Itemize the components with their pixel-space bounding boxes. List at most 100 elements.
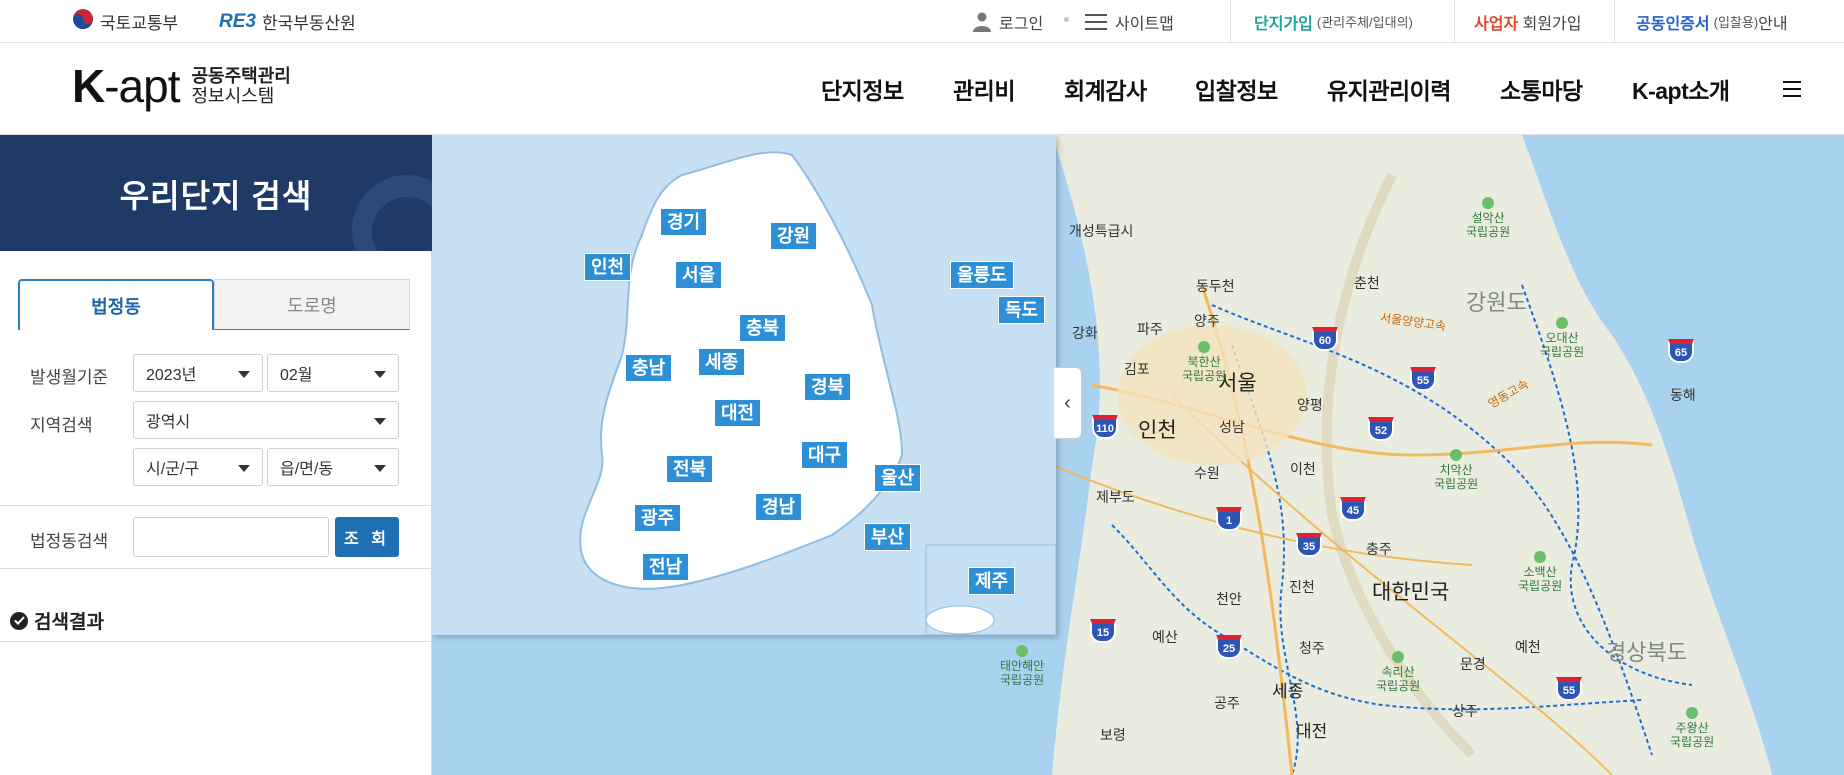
map-label-yangpyeong: 양평 [1297, 397, 1323, 413]
molit-logo[interactable]: 국토교통부 [72, 0, 178, 43]
metro-value: 광역시 [146, 414, 191, 431]
region-chungbuk[interactable]: 충북 [739, 314, 787, 342]
period-label: 발생월기준 [30, 368, 109, 387]
reb-logo[interactable]: RE3 한국부동산원 [219, 0, 356, 43]
tab-road-name[interactable]: 도로명 [214, 279, 410, 330]
sidebar-header: 우리단지 검색 [0, 135, 432, 251]
region-incheon[interactable]: 인천 [584, 253, 632, 281]
region-label: 지역검색 [30, 416, 93, 435]
nav-management-fee[interactable]: 관리비 [953, 43, 1015, 135]
metro-select[interactable]: 광역시 [133, 401, 399, 439]
certificate-rest: 안내 [1758, 15, 1788, 33]
dong-value: 읍/면/동 [280, 461, 334, 478]
certificate-guide-link[interactable]: 공동인증서 (입찰용) 안내 [1636, 0, 1788, 43]
region-seoul[interactable]: 서울 [675, 261, 723, 289]
sitemap-link[interactable]: 사이트맵 [1085, 0, 1174, 43]
park-taean: 태안해안 국립공원 [1000, 645, 1044, 687]
divider [0, 641, 432, 642]
month-value: 02월 [280, 367, 313, 384]
region-ulsan[interactable]: 울산 [874, 464, 922, 492]
route-shield: 52 [1368, 417, 1394, 441]
business-join-link[interactable]: 사업자 회원가입 [1474, 0, 1582, 43]
map-label-chungju: 충주 [1366, 541, 1392, 557]
route-shield: 55 [1556, 677, 1582, 701]
map-label-gimpo: 김포 [1124, 361, 1150, 377]
complex-join-link[interactable]: 단지가입 (관리주체/입대의) [1254, 0, 1413, 43]
region-jeonbuk[interactable]: 전북 [666, 455, 714, 483]
park-sobaek: 소백산 국립공원 [1518, 551, 1562, 593]
tab-legal-dong[interactable]: 법정동 [18, 279, 214, 330]
park-chiak: 치악산 국립공원 [1434, 449, 1478, 491]
region-gangwon[interactable]: 강원 [770, 222, 818, 250]
nav-maintenance-history[interactable]: 유지관리이력 [1327, 43, 1451, 135]
region-daegu[interactable]: 대구 [801, 441, 849, 469]
map-label-country: 대한민국 [1372, 581, 1450, 604]
region-busan[interactable]: 부산 [864, 523, 912, 551]
park-odae: 오대산 국립공원 [1540, 317, 1584, 359]
taegeuk-icon [72, 8, 94, 35]
certificate-label: 공동인증서 [1636, 15, 1710, 33]
sitemap-label: 사이트맵 [1115, 15, 1174, 33]
map-label-gongju: 공주 [1214, 695, 1240, 711]
month-select[interactable]: 02월 [267, 354, 399, 392]
business-label: 사업자 [1474, 15, 1519, 33]
park-bukhan: 북한산 국립공원 [1182, 341, 1226, 383]
map-label-mungyeong: 문경 [1460, 656, 1486, 672]
tree-icon [1482, 197, 1495, 209]
region-jeju[interactable]: 제주 [968, 567, 1016, 595]
search-sidebar: 우리단지 검색 도로명 법정동 발생월기준 2023년 02월 지역검색 광역시… [0, 135, 432, 775]
map-label-sangju: 상주 [1452, 703, 1478, 719]
hamburger-icon[interactable] [1783, 81, 1801, 97]
map-label-kaesong: 개성특급시 [1069, 223, 1134, 239]
map-label-cheonan: 천안 [1216, 591, 1242, 607]
district-select[interactable]: 시/군/구 [133, 448, 263, 486]
divider [0, 505, 432, 506]
divider [1230, 0, 1231, 43]
year-select[interactable]: 2023년 [133, 354, 263, 392]
dong-search-label: 법정동검색 [30, 532, 109, 551]
tree-icon [1016, 645, 1029, 657]
nav-community[interactable]: 소통마당 [1500, 43, 1583, 135]
nav-bidding[interactable]: 입찰정보 [1195, 43, 1278, 135]
map-label-yecheon: 예천 [1515, 639, 1541, 655]
park-seorak: 설악산 국립공원 [1466, 197, 1510, 239]
region-gyeongnam[interactable]: 경남 [755, 493, 803, 521]
search-button[interactable]: 조 회 [335, 517, 399, 557]
login-link[interactable]: 로그인 [973, 0, 1043, 43]
map-label-yangju: 양주 [1194, 313, 1220, 329]
region-dokdo[interactable]: 독도 [998, 296, 1046, 324]
nav-complex-info[interactable]: 단지정보 [821, 43, 904, 135]
divider [1454, 0, 1455, 43]
route-shield: 65 [1668, 339, 1694, 363]
caret-down-icon [238, 371, 250, 378]
region-jeonnam[interactable]: 전남 [642, 553, 690, 581]
route-shield: 35 [1296, 533, 1322, 557]
route-shield: 110 [1092, 415, 1118, 439]
map-label-yesan: 예산 [1152, 629, 1178, 645]
region-gwangju[interactable]: 광주 [634, 504, 682, 532]
region-daejeon[interactable]: 대전 [714, 399, 762, 427]
logo-wordmark: K-apt [72, 60, 181, 112]
district-value: 시/군/구 [146, 461, 200, 478]
route-shield: 25 [1216, 635, 1242, 659]
region-chungnam[interactable]: 충남 [625, 354, 673, 382]
region-gyeonggi[interactable]: 경기 [660, 208, 708, 236]
region-sejong[interactable]: 세종 [698, 348, 746, 376]
map-label-gangwon-province: 강원도 [1466, 290, 1527, 315]
region-ulleungdo[interactable]: 울릉도 [950, 261, 1014, 289]
search-results-title: 검색결과 [34, 612, 104, 633]
chevron-left-icon[interactable]: ‹ [1054, 367, 1082, 439]
map-view[interactable]: 개성특급시 동두천 춘천 강화 파주 양주 김포 서울 인천 성남 양평 수원 … [432, 135, 1844, 775]
nav-about[interactable]: K-apt소개 [1632, 43, 1730, 135]
caret-down-icon [238, 465, 250, 472]
tree-icon [1450, 449, 1463, 461]
region-gyeongbuk[interactable]: 경북 [804, 373, 852, 401]
dong-select[interactable]: 읍/면/동 [267, 448, 399, 486]
map-label-chuncheon: 춘천 [1354, 275, 1380, 291]
nav-audit[interactable]: 회계감사 [1064, 43, 1147, 135]
kapt-logo[interactable]: K-apt 공동주택관리 정보시스템 [72, 63, 291, 109]
route-shield: 1 [1216, 507, 1242, 531]
dong-search-input[interactable] [133, 517, 329, 557]
logo-subtitle: 공동주택관리 정보시스템 [191, 66, 291, 106]
tree-icon [1686, 707, 1699, 719]
